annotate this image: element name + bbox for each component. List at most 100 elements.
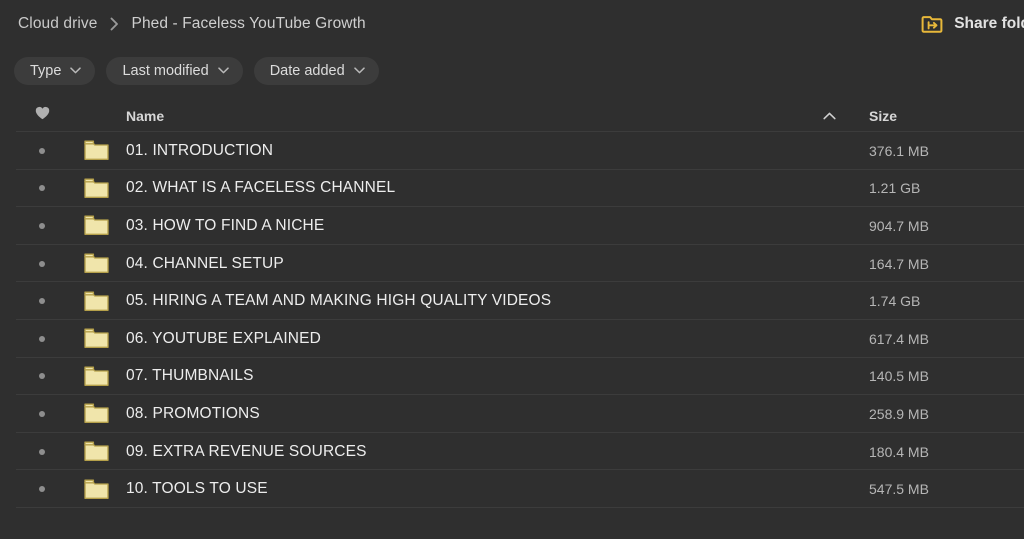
row-favorite-toggle[interactable] [0,410,84,417]
table-row[interactable]: 03. HOW TO FIND A NICHE 904.7 MB [0,207,1024,245]
row-icon-cell [84,253,126,274]
filter-date-added-label: Date added [269,62,345,79]
row-name-cell[interactable]: 04. CHANNEL SETUP [126,255,794,273]
dot-icon [39,410,45,417]
row-favorite-toggle[interactable] [0,448,84,455]
table-row[interactable]: 07. THUMBNAILS 140.5 MB [0,358,1024,396]
row-size-label: 547.5 MB [869,481,929,498]
row-icon-cell [84,140,126,161]
folder-icon [84,441,109,462]
filter-last-modified-button[interactable]: Last modified [106,56,243,85]
row-favorite-toggle[interactable] [0,260,84,267]
row-favorite-toggle[interactable] [0,185,84,192]
row-name-cell[interactable]: 03. HOW TO FIND A NICHE [126,217,794,235]
row-favorite-toggle[interactable] [0,298,84,305]
row-size-cell: 1.74 GB [864,293,1024,309]
row-name-cell[interactable]: 05. HIRING A TEAM AND MAKING HIGH QUALIT… [126,292,794,310]
row-icon-cell [84,441,126,462]
row-size-label: 164.7 MB [869,255,929,272]
row-name-label: 08. PROMOTIONS [126,404,260,422]
folder-icon [84,140,109,161]
row-name-cell[interactable]: 01. INTRODUCTION [126,142,794,160]
folder-icon [84,479,109,500]
folder-icon [84,366,109,387]
filter-last-modified-label: Last modified [122,62,209,79]
table-row[interactable]: 10. TOOLS TO USE 547.5 MB [0,470,1024,508]
share-folder-label: Share fold [954,14,1024,32]
folder-icon [84,403,109,424]
dot-icon [39,298,45,305]
row-name-label: 10. TOOLS TO USE [126,480,268,498]
table-row[interactable]: 01. INTRODUCTION 376.1 MB [0,132,1024,170]
heart-icon [35,106,50,125]
chevron-up-icon [822,107,836,125]
table-body: 01. INTRODUCTION 376.1 MB 02. WHAT IS A … [0,132,1024,508]
row-size-label: 140.5 MB [869,368,929,385]
filter-date-added-button[interactable]: Date added [253,56,379,85]
dot-icon [39,222,45,229]
share-folder-icon [921,14,943,34]
row-name-label: 01. INTRODUCTION [126,141,274,159]
table-row[interactable]: 05. HIRING A TEAM AND MAKING HIGH QUALIT… [0,282,1024,320]
dot-icon [39,260,45,267]
dot-icon [39,335,45,342]
filter-type-button[interactable]: Type [14,56,96,85]
table-row[interactable]: 09. EXTRA REVENUE SOURCES 180.4 MB [0,433,1024,471]
breadcrumb-root[interactable]: Cloud drive [18,15,98,33]
table-row[interactable]: 08. PROMOTIONS 258.9 MB [0,395,1024,433]
row-favorite-toggle[interactable] [0,222,84,229]
size-column-header[interactable]: Size [864,108,1024,124]
favorite-column-header[interactable] [0,106,84,125]
row-name-label: 02. WHAT IS A FACELESS CHANNEL [126,179,396,197]
chevron-down-icon [217,67,229,74]
row-favorite-toggle[interactable] [0,335,84,342]
table-header-row: Name Size [0,99,1024,132]
row-favorite-toggle[interactable] [0,373,84,380]
row-name-label: 03. HOW TO FIND A NICHE [126,216,325,234]
row-icon-cell [84,291,126,312]
row-icon-cell [84,215,126,236]
breadcrumb-current-folder[interactable]: Phed - Faceless YouTube Growth [132,15,366,33]
folder-icon [84,253,109,274]
row-size-cell: 904.7 MB [864,218,1024,234]
share-folder-button[interactable]: Share fold [921,14,1024,34]
folder-icon [84,328,109,349]
row-size-label: 1.21 GB [869,180,921,197]
size-column-label: Size [869,107,898,124]
chevron-down-icon [353,67,365,74]
row-size-cell: 547.5 MB [864,481,1024,497]
row-name-label: 07. THUMBNAILS [126,367,254,385]
row-name-cell[interactable]: 07. THUMBNAILS [126,367,794,385]
row-name-cell[interactable]: 02. WHAT IS A FACELESS CHANNEL [126,179,794,197]
row-name-cell[interactable]: 09. EXTRA REVENUE SOURCES [126,443,794,461]
top-bar: Cloud drive Phed - Faceless YouTube Grow… [0,0,1024,47]
filter-bar: Type Last modified Date added [0,47,1024,94]
row-icon-cell [84,479,126,500]
row-icon-cell [84,178,126,199]
name-column-header[interactable]: Name [126,108,794,124]
folder-icon [84,215,109,236]
row-size-cell: 1.21 GB [864,180,1024,196]
table-row[interactable]: 04. CHANNEL SETUP 164.7 MB [0,245,1024,283]
dot-icon [39,448,45,455]
row-name-label: 04. CHANNEL SETUP [126,254,284,272]
table-row[interactable]: 02. WHAT IS A FACELESS CHANNEL 1.21 GB [0,170,1024,208]
filter-type-label: Type [30,62,62,79]
row-name-cell[interactable]: 08. PROMOTIONS [126,405,794,423]
dot-icon [39,373,45,380]
row-favorite-toggle[interactable] [0,486,84,493]
row-name-cell[interactable]: 06. YOUTUBE EXPLAINED [126,330,794,348]
row-icon-cell [84,366,126,387]
row-favorite-toggle[interactable] [0,147,84,154]
row-name-label: 09. EXTRA REVENUE SOURCES [126,442,367,460]
file-browser-window: Cloud drive Phed - Faceless YouTube Grow… [0,0,1024,539]
row-size-cell: 164.7 MB [864,256,1024,272]
row-size-label: 904.7 MB [869,217,929,234]
table-row[interactable]: 06. YOUTUBE EXPLAINED 617.4 MB [0,320,1024,358]
row-icon-cell [84,403,126,424]
row-size-label: 180.4 MB [869,443,929,460]
row-name-cell[interactable]: 10. TOOLS TO USE [126,480,794,498]
sort-indicator[interactable] [794,107,864,125]
row-name-label: 06. YOUTUBE EXPLAINED [126,329,321,347]
row-size-label: 617.4 MB [869,330,929,347]
